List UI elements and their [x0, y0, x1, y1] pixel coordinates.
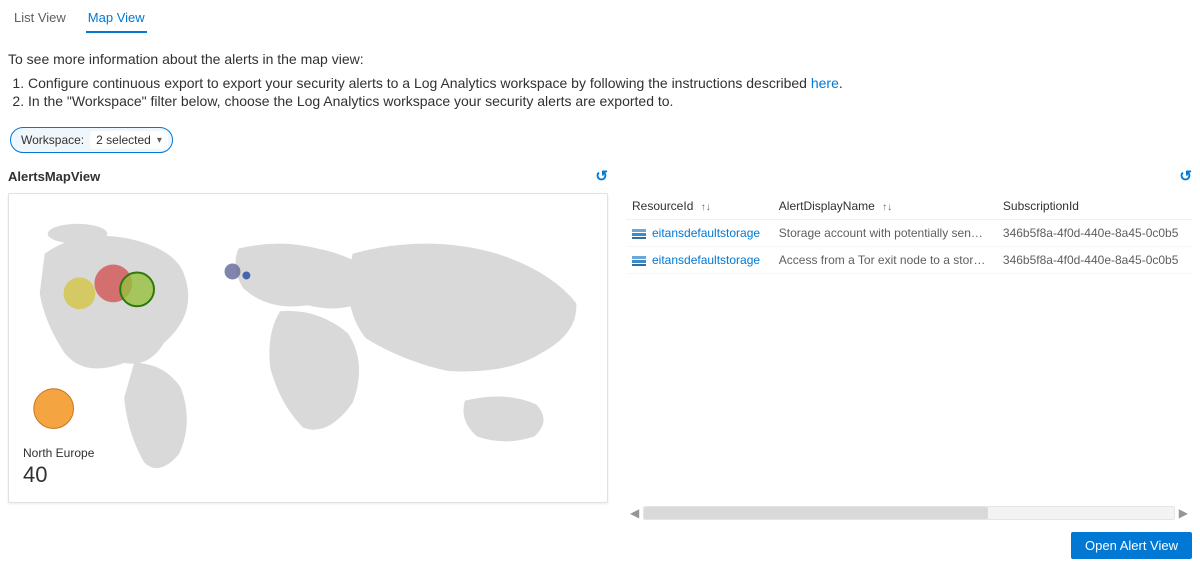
subscription-id: 346b5f8a-4f0d-440e-8a45-0c0b5 [997, 220, 1192, 247]
col-alertdisplayname[interactable]: AlertDisplayName ↑↓ [773, 193, 997, 220]
undo-icon[interactable]: ↺ [1179, 167, 1192, 185]
col-resourceid[interactable]: ResourceId ↑↓ [626, 193, 773, 220]
tab-list-view[interactable]: List View [12, 6, 68, 33]
storage-account-icon [632, 256, 646, 266]
col-subscriptionid[interactable]: SubscriptionId [997, 193, 1192, 220]
alerts-table-wrap: ResourceId ↑↓ AlertDisplayName ↑↓ Subscr… [626, 193, 1192, 522]
scroll-left-icon[interactable]: ◀ [626, 504, 643, 522]
storage-account-icon [632, 229, 646, 239]
map-region-stat: North Europe 40 [23, 446, 94, 488]
undo-icon[interactable]: ↺ [595, 167, 608, 185]
instruction-step-1: Configure continuous export to export yo… [28, 75, 1192, 91]
tab-map-view[interactable]: Map View [86, 6, 147, 33]
sort-icon: ↑↓ [882, 202, 892, 213]
sort-icon: ↑↓ [701, 202, 711, 213]
table-row[interactable]: eitansdefaultstorage Storage account with… [626, 220, 1192, 247]
scroll-right-icon[interactable]: ▶ [1175, 504, 1192, 522]
alerts-map[interactable]: North Europe 40 [8, 193, 608, 503]
map-bubble[interactable] [34, 389, 74, 429]
workspace-filter-value: 2 selected [96, 133, 151, 147]
map-region-name: North Europe [23, 446, 94, 460]
resource-link[interactable]: eitansdefaultstorage [652, 253, 760, 267]
open-alert-view-button[interactable]: Open Alert View [1071, 532, 1192, 559]
map-bubble[interactable] [64, 277, 96, 309]
workspace-filter-label: Workspace: [21, 133, 84, 147]
map-bubble[interactable] [225, 264, 241, 280]
workspace-filter[interactable]: Workspace: 2 selected ▾ [10, 127, 173, 153]
map-region-count: 40 [23, 462, 94, 488]
panel-title: AlertsMapView [8, 169, 100, 184]
table-row[interactable]: eitansdefaultstorage Access from a Tor ex… [626, 247, 1192, 274]
intro-text: To see more information about the alerts… [8, 51, 1192, 67]
view-tabs: List View Map View [8, 2, 1192, 33]
map-bubble[interactable] [120, 272, 154, 306]
alerts-table: ResourceId ↑↓ AlertDisplayName ↑↓ Subscr… [626, 193, 1192, 274]
alert-display-name: Access from a Tor exit node to a storage… [773, 247, 997, 274]
chevron-down-icon: ▾ [157, 135, 162, 146]
instruction-step-2: In the "Workspace" filter below, choose … [28, 93, 1192, 109]
subscription-id: 346b5f8a-4f0d-440e-8a45-0c0b5 [997, 247, 1192, 274]
alert-display-name: Storage account with potentially sensiti… [773, 220, 997, 247]
horizontal-scrollbar[interactable]: ◀ ▶ [626, 504, 1192, 522]
world-map-svg [9, 194, 607, 502]
instruction-steps: Configure continuous export to export yo… [28, 75, 1192, 109]
map-bubble[interactable] [242, 271, 250, 279]
resource-link[interactable]: eitansdefaultstorage [652, 226, 760, 240]
continuous-export-link[interactable]: here [811, 75, 839, 91]
